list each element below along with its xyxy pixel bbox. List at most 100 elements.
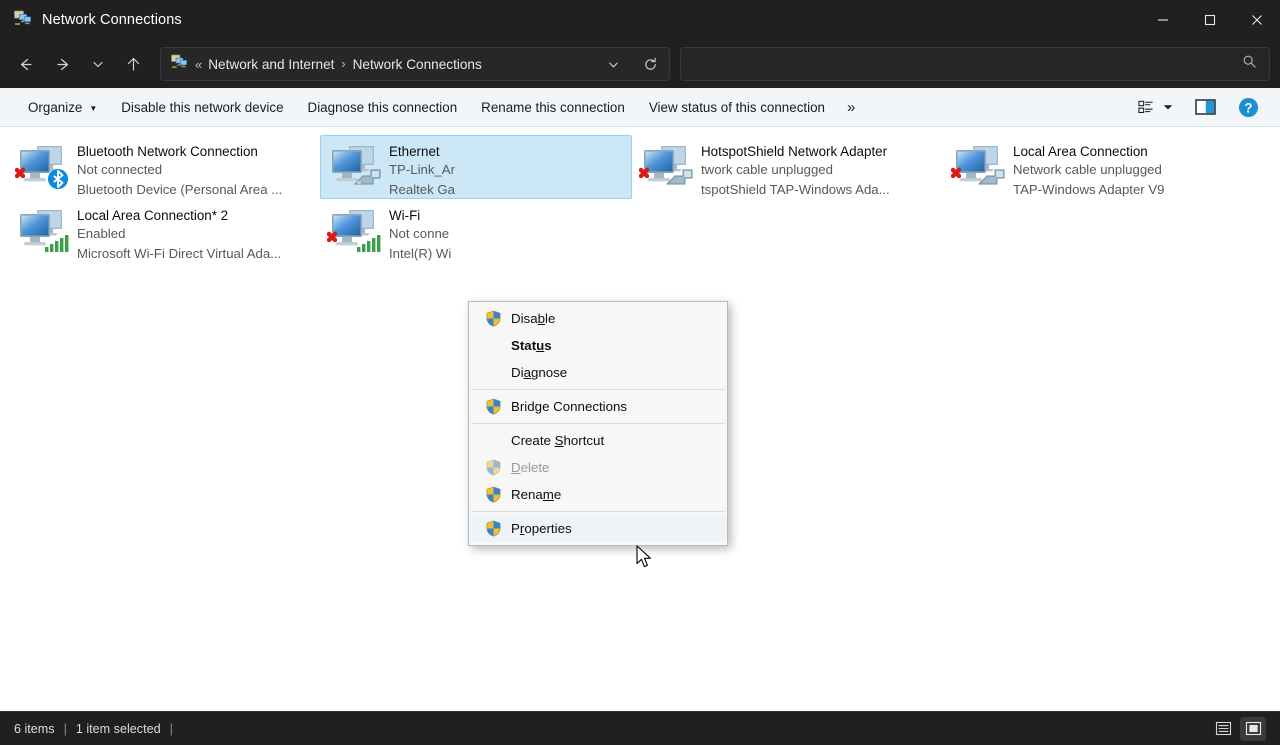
connection-name: Local Area Connection* 2 xyxy=(77,208,229,223)
large-icons-view-button[interactable] xyxy=(1240,716,1266,741)
connection-status: Not connected xyxy=(77,162,163,177)
connection-item-bluetooth-network-connection[interactable]: Bluetooth Network Connection Not connect… xyxy=(8,135,320,199)
disable-network-device-button[interactable]: Disable this network device xyxy=(109,94,295,121)
navigation-bar: « Network and Internet › Network Connect… xyxy=(0,40,1280,88)
context-menu-item-bridge-connections[interactable]: Bridge Connections xyxy=(469,393,727,420)
wifi-bars-overlay-icon xyxy=(45,235,69,252)
uac-shield-icon xyxy=(475,398,511,415)
view-mode-buttons xyxy=(1210,716,1272,741)
diagnose-connection-button[interactable]: Diagnose this connection xyxy=(296,94,470,121)
status-bar: 6 items | 1 item selected | xyxy=(0,711,1280,745)
connection-text: Bluetooth Network Connection Not connect… xyxy=(77,140,313,198)
connection-item-hotspotshield-network-adapter[interactable]: HotspotShield Network Adapter twork cabl… xyxy=(632,135,944,199)
command-bar-right: ? xyxy=(1133,93,1272,121)
bluetooth-overlay-icon xyxy=(48,169,68,189)
connection-name: Wi-Fi xyxy=(389,208,421,223)
context-menu-item-delete: Delete xyxy=(469,454,727,481)
connection-item-ethernet[interactable]: Ethernet TP-Link_Ar Realtek Ga xyxy=(320,135,632,199)
title-bar-left: Network Connections xyxy=(0,10,182,31)
minimize-button[interactable] xyxy=(1139,0,1186,40)
view-options-chevron-icon xyxy=(1163,98,1173,116)
context-menu: Disable Status Diagnose Bridge Connections… xyxy=(468,301,728,546)
network-adapter-icon xyxy=(14,140,73,192)
status-separator-1: | xyxy=(63,721,67,736)
connection-text: Local Area Connection* 2 Enabled Microso… xyxy=(77,204,313,262)
connection-name: HotspotShield Network Adapter xyxy=(701,144,888,159)
address-dropdown-button[interactable] xyxy=(598,50,628,78)
context-menu-item-create-shortcut[interactable]: Create Shortcut xyxy=(469,427,727,454)
preview-pane-button[interactable] xyxy=(1190,93,1221,121)
network-adapter-icon xyxy=(638,140,697,192)
wifi-bars-overlay-icon xyxy=(357,235,381,252)
context-menu-item-rename[interactable]: Rename xyxy=(469,481,727,508)
view-status-button[interactable]: View status of this connection xyxy=(637,94,837,121)
maximize-button[interactable] xyxy=(1186,0,1233,40)
close-button[interactable] xyxy=(1233,0,1280,40)
connection-item-local-area-connection-2[interactable]: Local Area Connection* 2 Enabled Microso… xyxy=(8,199,320,263)
context-menu-separator xyxy=(471,511,725,512)
context-menu-item-label: Properties xyxy=(511,521,572,536)
breadcrumb-item-network-connections[interactable]: Network Connections xyxy=(353,57,482,72)
rename-connection-button[interactable]: Rename this connection xyxy=(469,94,637,121)
connection-text: Ethernet TP-Link_Ar Realtek Ga xyxy=(389,140,625,198)
address-bar-icon xyxy=(171,54,188,74)
context-menu-item-label: Rename xyxy=(511,487,562,502)
back-button[interactable] xyxy=(6,47,44,81)
connections-grid: Bluetooth Network Connection Not connect… xyxy=(8,135,1274,263)
network-connections-window: Network Connections « Network and Intern… xyxy=(0,0,1280,745)
connection-device: tspotShield TAP-Windows Ada... xyxy=(701,182,890,197)
context-menu-separator xyxy=(471,389,725,390)
forward-button[interactable] xyxy=(44,47,82,81)
search-icon[interactable] xyxy=(1242,54,1257,74)
breadcrumb-item-network-and-internet[interactable]: Network and Internet xyxy=(208,57,334,72)
breadcrumb-separator-1[interactable]: › xyxy=(341,57,345,71)
connection-device: TAP-Windows Adapter V9 xyxy=(1013,182,1165,197)
context-menu-item-label: Status xyxy=(511,338,552,353)
network-adapter-icon xyxy=(950,140,1009,192)
connection-item-local-area-connection[interactable]: Local Area Connection Network cable unpl… xyxy=(944,135,1256,199)
network-adapter-icon xyxy=(15,204,73,256)
search-box[interactable] xyxy=(680,47,1270,81)
connection-name: Ethernet xyxy=(389,144,440,159)
address-bar[interactable]: « Network and Internet › Network Connect… xyxy=(160,47,670,81)
connection-name: Bluetooth Network Connection xyxy=(77,144,258,159)
connection-device: Intel(R) Wi xyxy=(389,246,452,261)
connection-status: twork cable unplugged xyxy=(701,162,833,177)
connection-status: Network cable unplugged xyxy=(1013,162,1162,177)
connection-device: Realtek Ga xyxy=(389,182,455,197)
breadcrumb-chevrons[interactable]: « xyxy=(195,57,202,72)
connection-device: Bluetooth Device (Personal Area ... xyxy=(77,182,283,197)
context-menu-item-label: Diagnose xyxy=(511,365,568,380)
uac-shield-icon xyxy=(475,459,511,476)
view-options-button[interactable] xyxy=(1133,93,1178,121)
context-menu-item-properties[interactable]: Properties xyxy=(469,515,727,542)
red-x-badge xyxy=(14,167,26,179)
context-menu-item-label: Create Shortcut xyxy=(511,433,605,448)
item-count-label: 6 items xyxy=(14,721,55,736)
uac-shield-icon xyxy=(475,486,511,503)
up-button[interactable] xyxy=(114,47,152,81)
organize-button[interactable]: Organize ▼ xyxy=(16,94,109,121)
command-bar: Organize ▼ Disable this network device Di… xyxy=(0,88,1280,127)
connections-content-area: Bluetooth Network Connection Not connect… xyxy=(0,127,1280,711)
organize-label: Organize xyxy=(28,99,83,115)
context-menu-item-status[interactable]: Status xyxy=(469,332,727,359)
selection-count-label: 1 item selected xyxy=(75,721,161,736)
window-controls xyxy=(1139,0,1280,40)
context-menu-item-label: Delete xyxy=(511,460,550,475)
context-menu-item-disable[interactable]: Disable xyxy=(469,305,727,332)
chevron-down-icon: ▼ xyxy=(89,103,98,113)
recent-locations-button[interactable] xyxy=(82,47,114,81)
refresh-button[interactable] xyxy=(635,50,665,78)
connection-item-wi-fi[interactable]: Wi-Fi Not conne Intel(R) Wi xyxy=(320,199,632,263)
details-view-button[interactable] xyxy=(1210,717,1236,741)
connection-status: Not conne xyxy=(389,226,450,241)
window-title: Network Connections xyxy=(42,12,182,28)
uac-shield-icon xyxy=(475,520,511,537)
network-adapter-icon xyxy=(326,204,385,256)
search-input[interactable] xyxy=(693,56,1236,72)
context-menu-item-label: Bridge Connections xyxy=(511,399,628,414)
context-menu-item-diagnose[interactable]: Diagnose xyxy=(469,359,727,386)
toolbar-overflow-button[interactable]: » xyxy=(837,95,865,120)
help-button[interactable]: ? xyxy=(1233,93,1264,121)
